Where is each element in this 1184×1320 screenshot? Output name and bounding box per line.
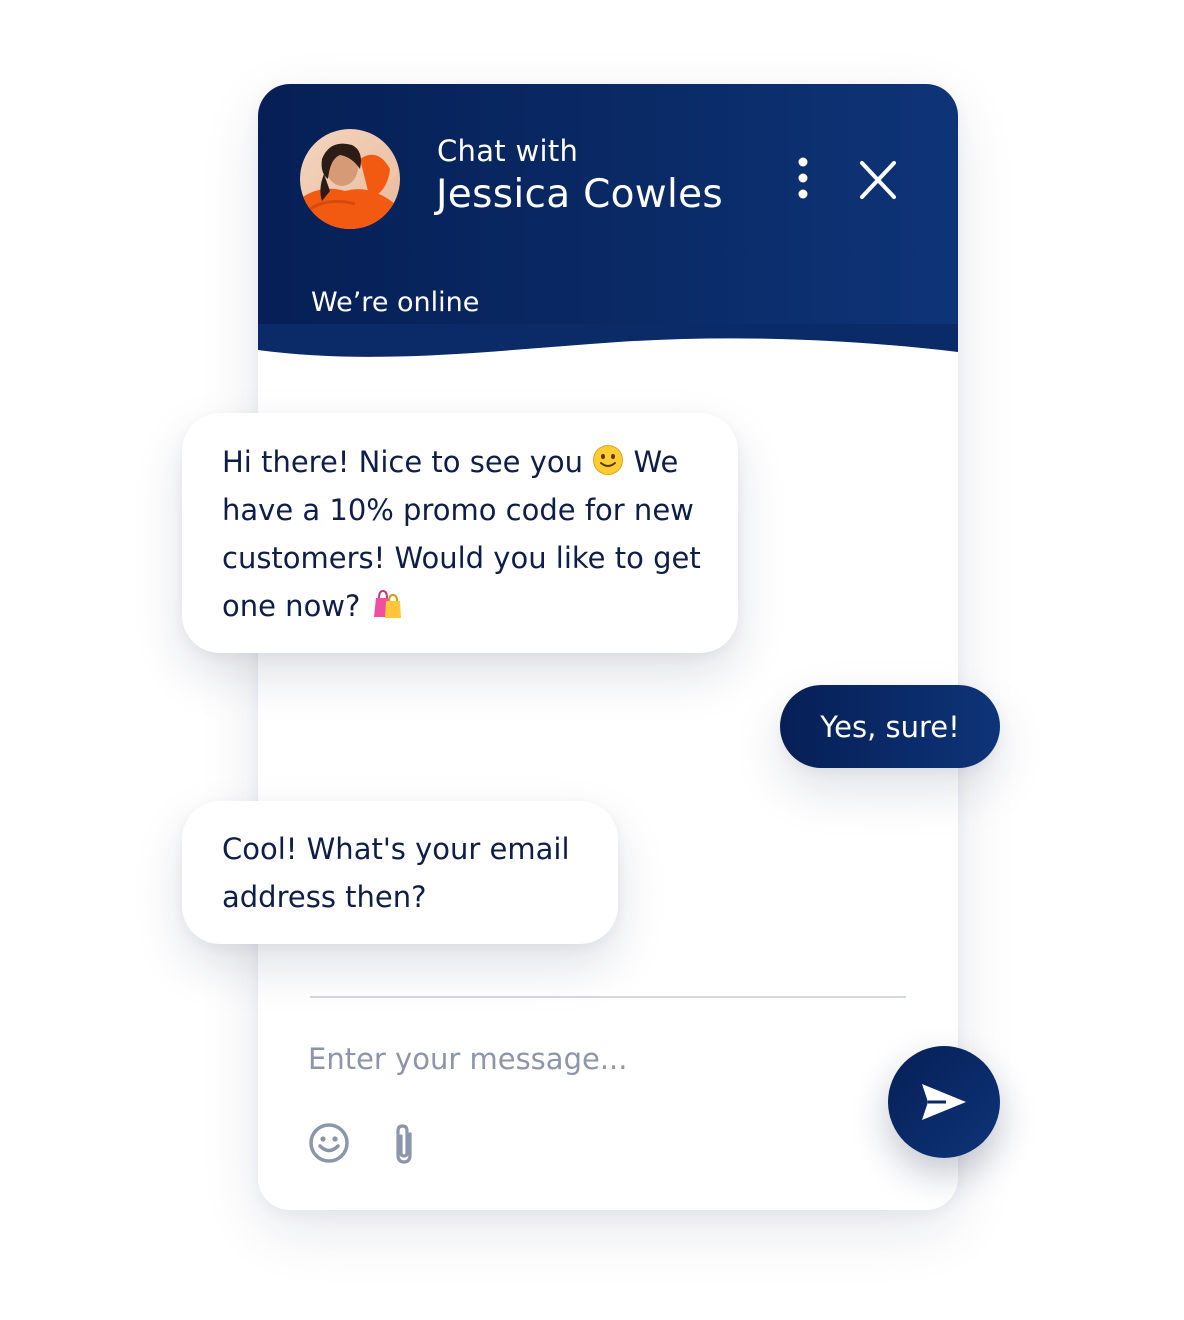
message-line: Cool! What's your email: [222, 832, 570, 866]
message-text: Yes, sure!: [820, 709, 960, 744]
agent-message: Hi there! Nice to see you We have a 10% …: [182, 413, 738, 653]
message-line: customers! Would you like to get: [222, 541, 701, 575]
send-icon: [922, 1084, 966, 1120]
page: Chat with Jessica Cowles We’re online En…: [0, 0, 1184, 1320]
avatar-photo: [300, 129, 400, 229]
shopping-bags-icon: [373, 589, 401, 618]
send-button[interactable]: [888, 1046, 1000, 1158]
smiley-icon: [309, 1123, 349, 1163]
message-line: one now?: [222, 582, 708, 630]
slightly-smiling-face-icon: [593, 445, 624, 475]
agent-name: Jessica Cowles: [436, 172, 724, 217]
attach-button[interactable]: [390, 1122, 420, 1166]
message-line: have a 10% promo code for new: [222, 493, 694, 527]
vertical-dots-icon: [798, 157, 808, 199]
message-line: address then?: [222, 880, 427, 914]
message-text: one now?: [222, 589, 361, 623]
chat-with-label: Chat with: [437, 134, 579, 168]
close-button[interactable]: [856, 160, 900, 200]
user-message: Yes, sure!: [780, 685, 1000, 768]
emoji-button[interactable]: [308, 1122, 350, 1164]
menu-button[interactable]: [788, 156, 818, 200]
agent-message: Cool! What's your email address then?: [182, 801, 618, 944]
avatar: [300, 129, 400, 229]
online-status: We’re online: [311, 287, 480, 318]
message-text: We: [633, 445, 679, 479]
message-text: Hi there! Nice to see you: [222, 445, 584, 479]
message-line: Hi there! Nice to see you We: [222, 438, 708, 486]
header-wave: [258, 324, 958, 414]
paperclip-icon: [396, 1124, 412, 1164]
message-input[interactable]: [308, 1034, 868, 1084]
close-icon: [860, 161, 896, 199]
composer-divider: [310, 996, 906, 998]
